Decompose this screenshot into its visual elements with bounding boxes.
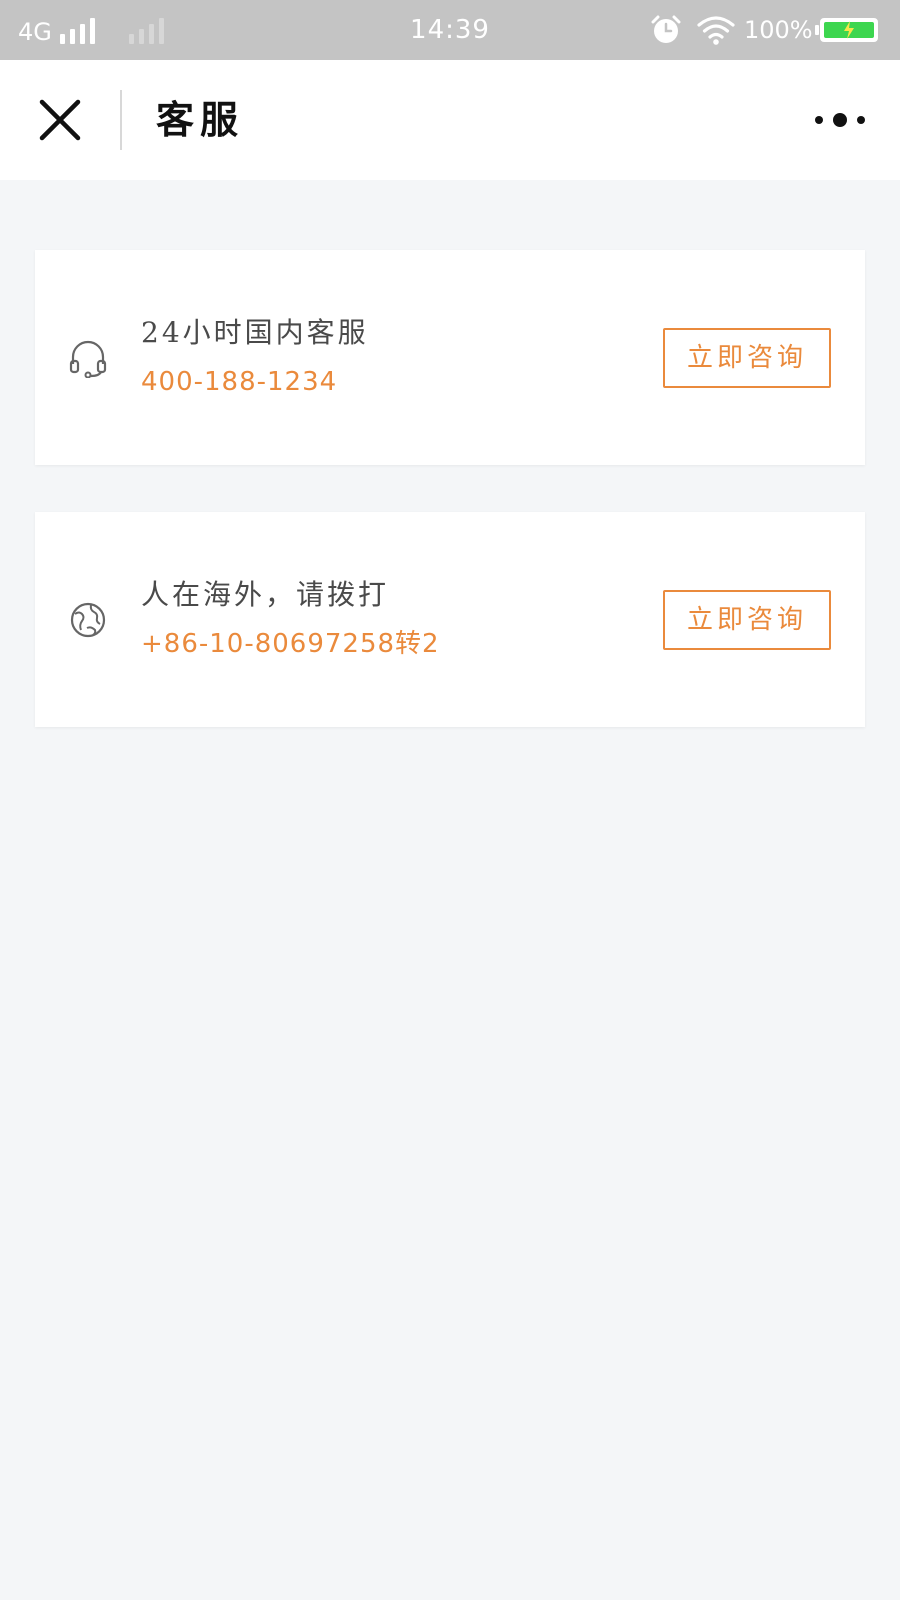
service-phone-number[interactable]: 400-188-1234 [141,364,337,400]
overseas-service-card: 人在海外，请拨打 +86-10-80697258转2 立即咨询 [35,512,865,727]
battery-percent: 100% [744,16,813,44]
globe-icon [70,602,106,638]
nav-divider [120,90,122,150]
battery-cap [815,25,819,35]
headset-icon [69,340,107,378]
consult-now-button[interactable]: 立即咨询 [663,590,831,650]
alarm-icon [651,15,681,43]
nav-bar: 客服 [0,60,900,180]
status-bar: 4G 14:39 100% [0,0,900,60]
consult-now-button[interactable]: 立即咨询 [663,328,831,388]
more-options-icon[interactable] [805,100,875,140]
service-title: 24小时国内客服 [141,316,369,349]
wifi-icon [697,16,735,45]
service-phone-number[interactable]: +86-10-80697258转2 [141,626,440,662]
battery-charging-icon [820,18,878,42]
service-title: 人在海外，请拨打 [141,578,390,611]
close-icon[interactable] [30,90,90,150]
domestic-service-card: 24小时国内客服 400-188-1234 立即咨询 [35,250,865,465]
page-title: 客服 [156,97,245,142]
